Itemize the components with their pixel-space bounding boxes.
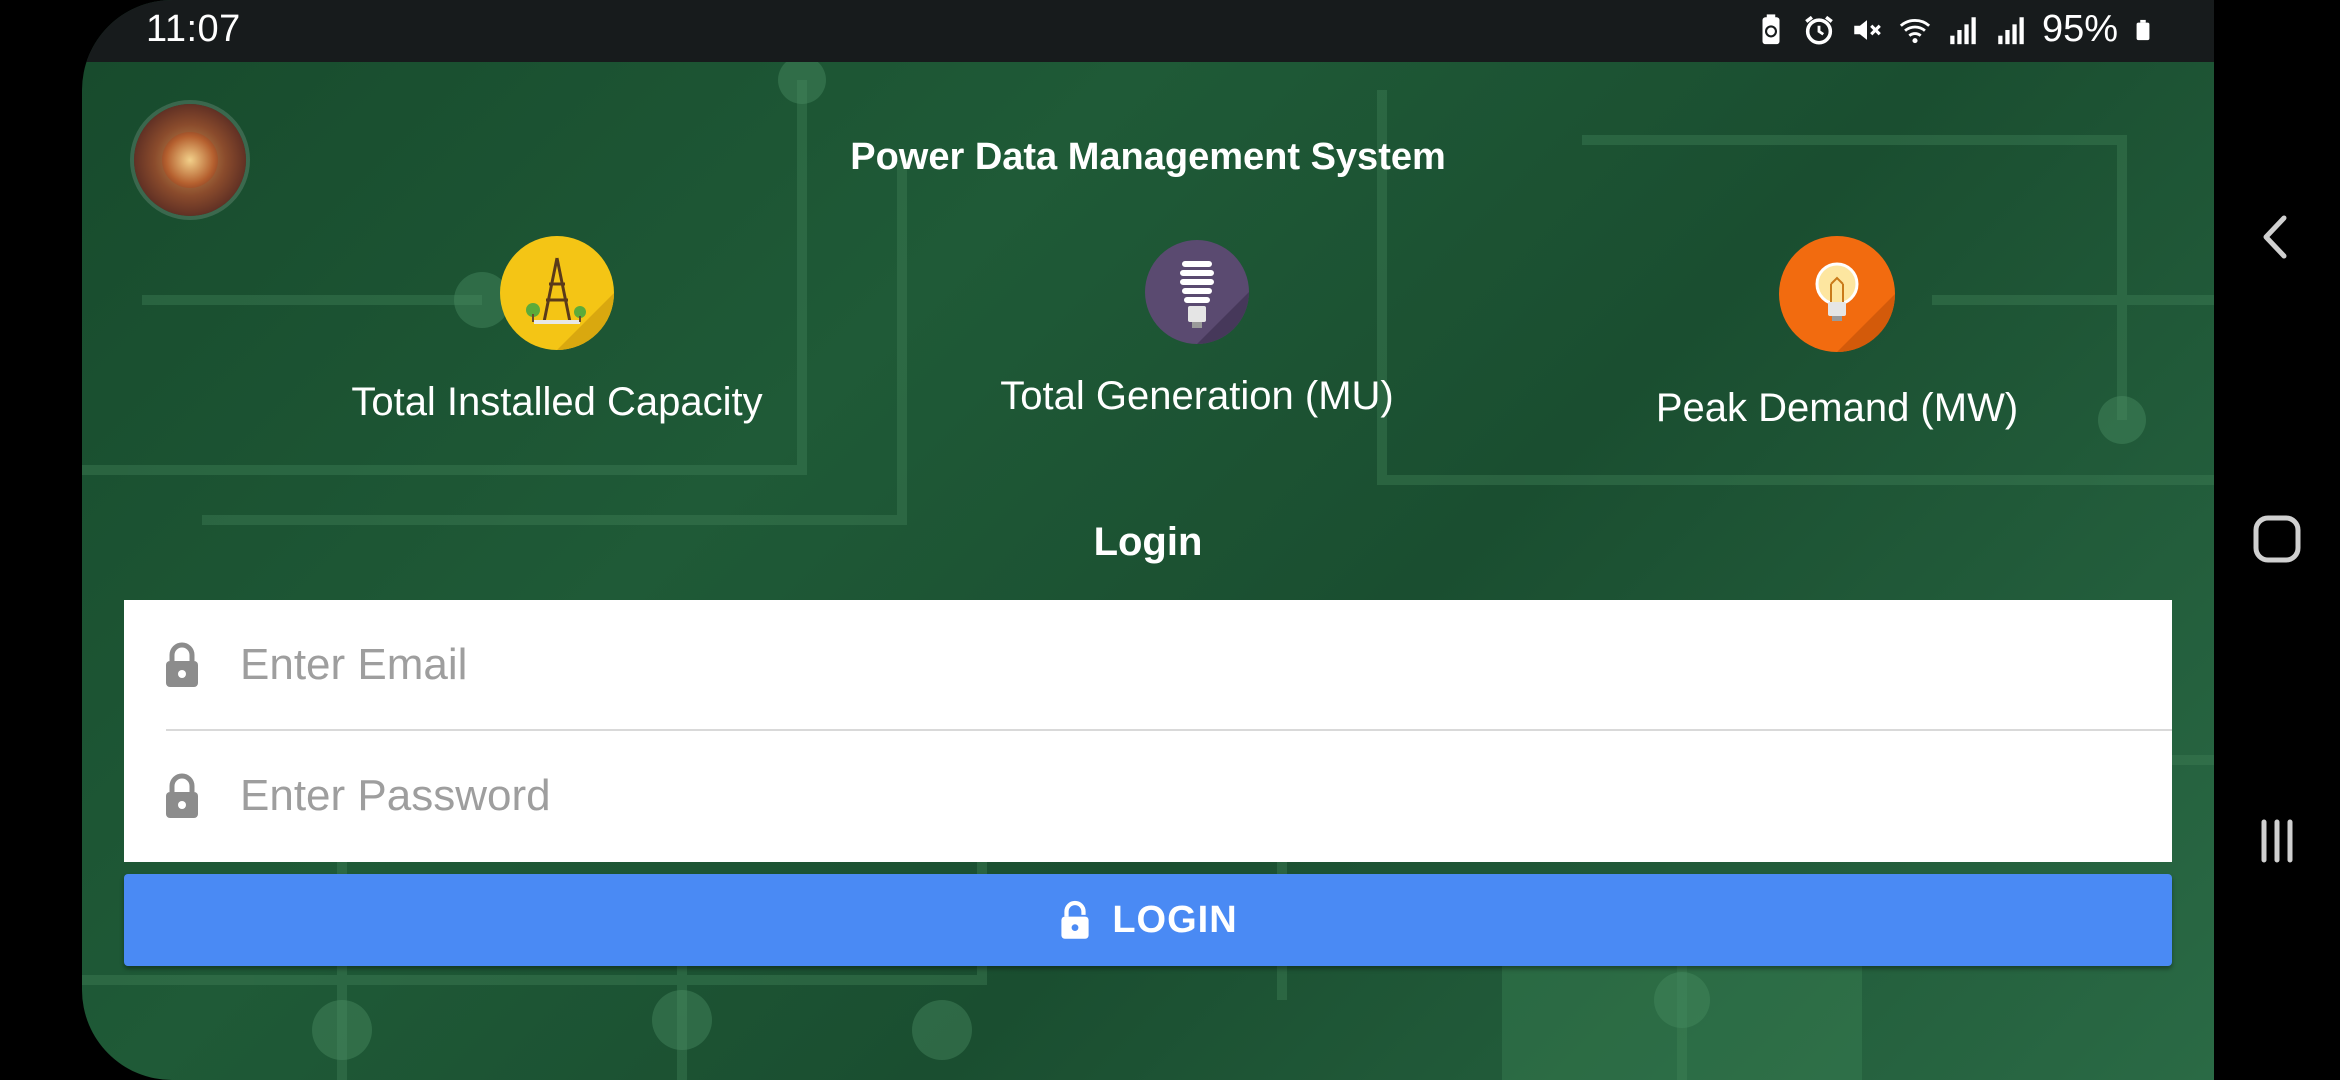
app-title: Power Data Management System xyxy=(850,136,1446,178)
signal-icon xyxy=(1950,16,1976,44)
battery-saver-icon xyxy=(1762,13,1780,44)
status-icons: 95% xyxy=(1754,8,2154,51)
back-icon[interactable] xyxy=(2244,204,2310,270)
home-icon[interactable] xyxy=(2244,506,2310,572)
status-bar: 11:07 95% xyxy=(82,0,2214,62)
recents-icon[interactable] xyxy=(2244,808,2310,874)
password-field[interactable] xyxy=(124,731,2172,861)
signal-icon xyxy=(1998,16,2024,44)
login-button-label: LOGIN xyxy=(1112,898,1238,941)
login-title: Login xyxy=(1093,520,1203,564)
cfl-bulb-icon xyxy=(1145,240,1249,344)
stat-total-generation[interactable]: Total Generation (MU) xyxy=(962,240,1432,419)
email-field[interactable] xyxy=(124,600,2172,730)
stat-peak-demand[interactable]: Peak Demand (MW) xyxy=(1602,236,2072,431)
battery-icon xyxy=(2136,19,2150,40)
lock-icon xyxy=(166,642,198,687)
transmission-tower-icon xyxy=(500,236,614,350)
stat-label: Total Generation (MU) xyxy=(1000,374,1394,418)
app-screen: 11:07 95% Power Data Management System T… xyxy=(82,0,2214,1080)
email-input[interactable] xyxy=(238,639,2042,691)
lightbulb-icon xyxy=(1779,236,1895,352)
login-form xyxy=(124,600,2172,862)
login-button[interactable]: LOGIN xyxy=(124,874,2172,966)
battery-percent: 95% xyxy=(2041,8,2118,50)
unlock-icon xyxy=(1061,900,1089,939)
password-input[interactable] xyxy=(238,770,2042,822)
stat-total-installed-capacity[interactable]: Total Installed Capacity xyxy=(322,236,792,425)
alarm-icon xyxy=(1805,15,1833,45)
stat-label: Peak Demand (MW) xyxy=(1655,386,2019,430)
system-navigation-bar xyxy=(2214,0,2340,1080)
status-time: 11:07 xyxy=(146,8,241,50)
stat-label: Total Installed Capacity xyxy=(351,380,763,424)
lock-icon xyxy=(166,773,198,818)
wifi-icon xyxy=(1899,18,1931,43)
mute-icon xyxy=(1854,19,1881,40)
